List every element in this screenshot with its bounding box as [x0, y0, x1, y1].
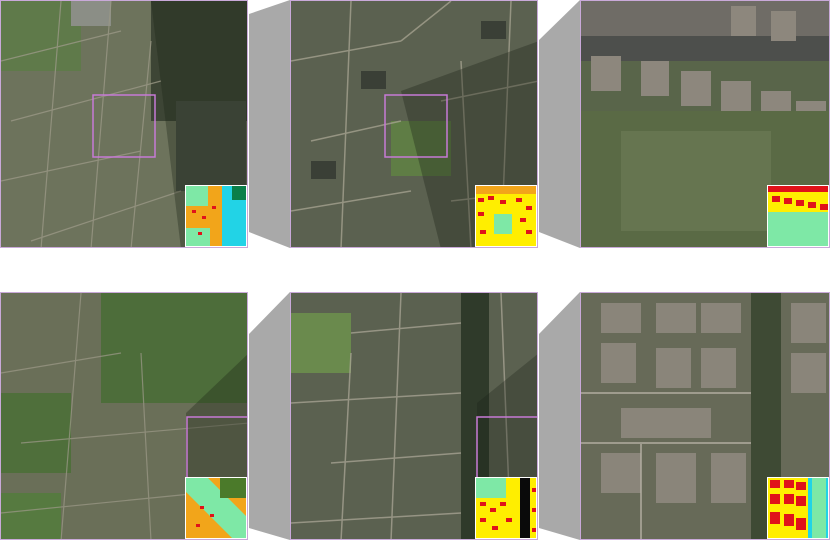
connector-row1-b-shape — [539, 0, 580, 248]
segmentation-inset — [767, 185, 829, 247]
row1-close-panel — [580, 0, 830, 248]
row2-close-panel — [580, 292, 830, 540]
segmentation-inset — [185, 477, 247, 539]
segmentation-inset — [475, 477, 537, 539]
row2-overview-panel — [0, 292, 248, 540]
segmentation-inset — [185, 185, 247, 247]
connector-row1-a-shape — [249, 0, 290, 248]
row1-mid-panel — [290, 0, 538, 248]
segmentation-inset — [475, 185, 537, 247]
row2-mid-panel — [290, 292, 538, 540]
segmentation-inset — [767, 477, 829, 539]
row1-overview-panel — [0, 0, 248, 248]
connector-row2-a-shape — [249, 292, 290, 540]
connector-row2-b-shape — [539, 292, 580, 540]
